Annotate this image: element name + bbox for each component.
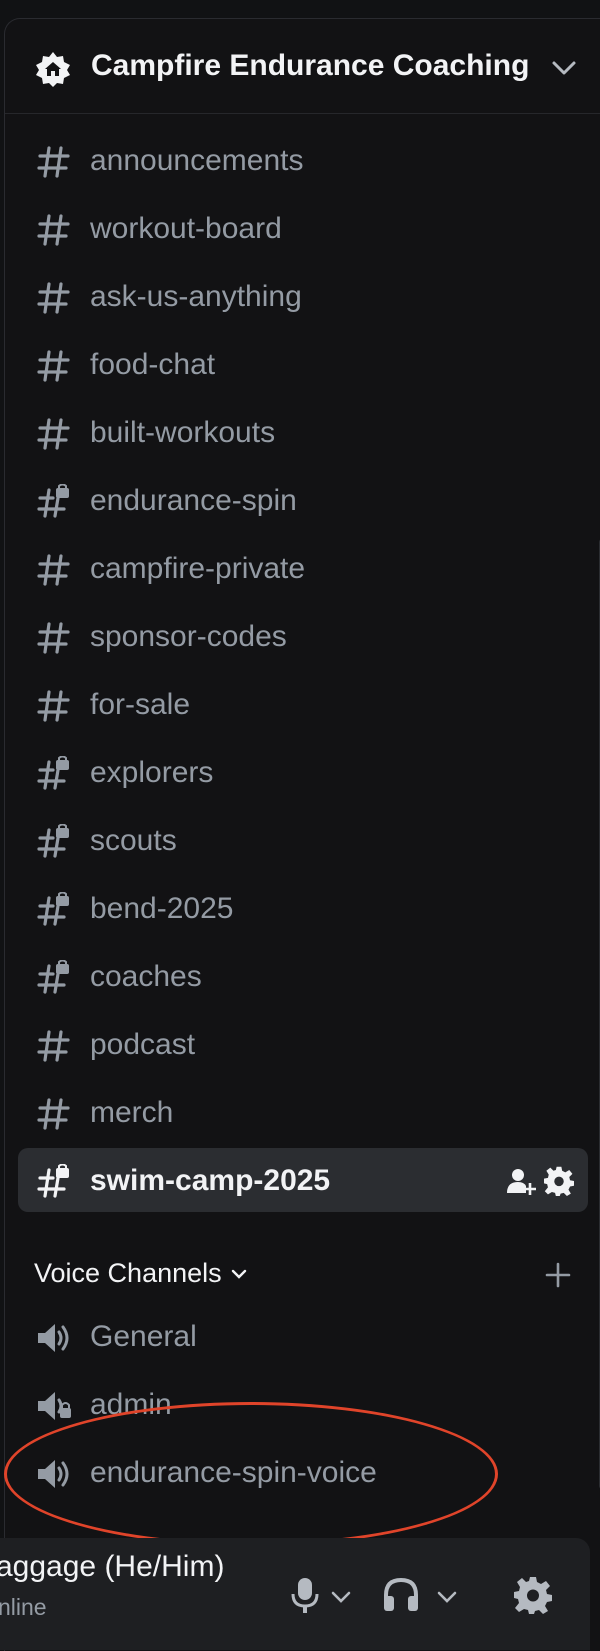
speaker-icon xyxy=(38,1324,69,1352)
channel-campfire-private[interactable]: campfire-private xyxy=(18,536,588,600)
user-settings-gear-icon[interactable] xyxy=(514,1576,552,1614)
speaker-icon xyxy=(38,1460,69,1488)
channel-label: food-chat xyxy=(90,348,216,381)
channel-label: coaches xyxy=(90,960,202,993)
private-channel-icon xyxy=(37,892,69,926)
channel-ask-us-anything[interactable]: ask-us-anything xyxy=(18,264,588,328)
microphone-icon[interactable] xyxy=(290,1576,320,1616)
headphones-icon[interactable] xyxy=(382,1576,420,1614)
server-header[interactable]: Campfire Endurance Coaching xyxy=(5,19,600,114)
private-channel-icon xyxy=(37,484,69,518)
channel-label: bend-2025 xyxy=(90,892,234,925)
channel-podcast[interactable]: podcast xyxy=(18,1012,588,1076)
text-channel-icon xyxy=(37,1030,70,1062)
channel-label: admin xyxy=(90,1388,172,1421)
channel-merch[interactable]: merch xyxy=(18,1080,588,1144)
channel-food-chat[interactable]: food-chat xyxy=(18,332,588,396)
channel-label: General xyxy=(90,1320,197,1353)
channel-label: for-sale xyxy=(90,688,191,721)
server-name: Campfire Endurance Coaching xyxy=(91,49,530,82)
channel-label: announcements xyxy=(90,144,304,177)
channel-coaches[interactable]: coaches xyxy=(18,944,588,1008)
text-channel-icon xyxy=(37,622,70,654)
chevron-down-icon xyxy=(231,1269,246,1279)
headphone-options-chevron-icon[interactable] xyxy=(436,1590,458,1604)
voice-channel-admin[interactable]: admin xyxy=(18,1372,588,1436)
channel-settings-gear-icon[interactable] xyxy=(544,1166,574,1196)
channel-scouts[interactable]: scouts xyxy=(18,808,588,872)
channel-label: ask-us-anything xyxy=(90,280,302,313)
private-channel-icon xyxy=(37,756,69,790)
username[interactable]: aggage (He/Him) xyxy=(0,1550,224,1584)
channel-label: built-workouts xyxy=(90,416,276,449)
channel-label: campfire-private xyxy=(90,552,306,585)
server-home-icon xyxy=(36,52,70,87)
channel-label: scouts xyxy=(90,824,177,857)
channel-label: sponsor-codes xyxy=(90,620,287,653)
text-channel-icon xyxy=(37,214,70,246)
channel-sponsor-codes[interactable]: sponsor-codes xyxy=(18,604,588,668)
channel-label: swim-camp-2025 xyxy=(90,1164,331,1197)
user-panel: aggage (He/Him) nline xyxy=(0,1538,590,1650)
channel-endurance-spin[interactable]: endurance-spin xyxy=(18,468,588,532)
voice-channel-general[interactable]: General xyxy=(18,1304,588,1368)
mic-options-chevron-icon[interactable] xyxy=(330,1590,352,1604)
voice-channel-endurance-spin-voice[interactable]: endurance-spin-voice xyxy=(18,1440,588,1504)
channel-for-sale[interactable]: for-sale xyxy=(18,672,588,736)
voice-section-header[interactable]: Voice Channels xyxy=(34,1258,248,1289)
text-channel-icon xyxy=(37,418,70,450)
private-channel-icon xyxy=(37,824,69,858)
text-channel-icon xyxy=(37,282,70,314)
add-channel-icon[interactable] xyxy=(545,1262,571,1288)
text-channel-icon xyxy=(37,350,70,382)
text-channel-icon xyxy=(37,554,70,586)
channel-explorers[interactable]: explorers xyxy=(18,740,588,804)
channel-label: merch xyxy=(90,1096,174,1129)
channel-label: podcast xyxy=(90,1028,196,1061)
user-status: nline xyxy=(0,1594,47,1620)
private-channel-icon xyxy=(37,1164,69,1198)
invite-icon[interactable] xyxy=(506,1166,536,1196)
voice-section-title: Voice Channels xyxy=(34,1258,222,1288)
channel-announcements[interactable]: announcements xyxy=(18,128,588,192)
channel-bend-2025[interactable]: bend-2025 xyxy=(18,876,588,940)
channel-built-workouts[interactable]: built-workouts xyxy=(18,400,588,464)
channel-workout-board[interactable]: workout-board xyxy=(18,196,588,260)
channel-label: workout-board xyxy=(90,212,282,245)
locked-voice-channel-icon xyxy=(38,1392,71,1420)
text-channel-icon xyxy=(37,690,70,722)
channel-swim-camp-2025[interactable]: swim-camp-2025 xyxy=(18,1148,588,1212)
channel-label: endurance-spin xyxy=(90,484,297,517)
channel-label: explorers xyxy=(90,756,214,789)
channel-label: endurance-spin-voice xyxy=(90,1456,377,1489)
text-channel-icon xyxy=(37,1098,70,1130)
private-channel-icon xyxy=(37,960,69,994)
chevron-down-icon[interactable] xyxy=(550,57,578,79)
text-channel-icon xyxy=(37,146,70,178)
